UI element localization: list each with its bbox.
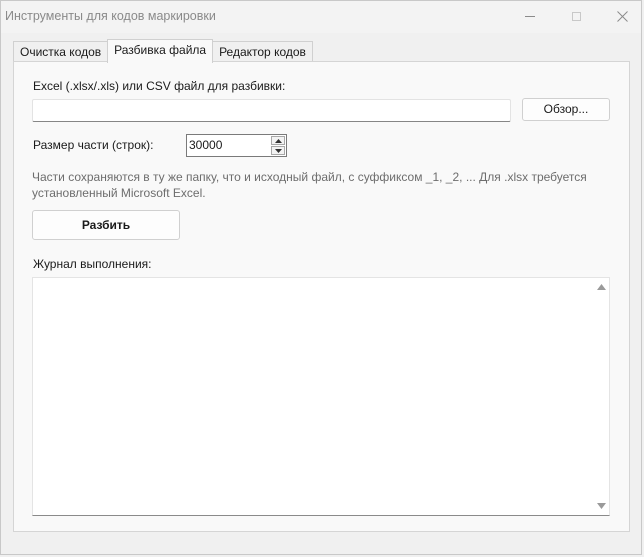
minimize-icon	[525, 16, 535, 17]
log-textarea[interactable]	[32, 277, 610, 516]
hint-text: Части сохраняются в ту же папку, что и и…	[32, 170, 587, 200]
window-title: Инструменты для кодов маркировки	[5, 9, 216, 23]
file-path-input[interactable]	[32, 99, 511, 122]
maximize-button[interactable]	[553, 1, 599, 31]
triangle-down-icon	[274, 148, 282, 153]
minimize-button[interactable]	[507, 1, 553, 31]
tab-clean-codes[interactable]: Очистка кодов	[13, 41, 109, 62]
title-bar: Инструменты для кодов маркировки	[1, 1, 641, 33]
split-file-panel: Excel (.xlsx/.xls) или CSV файл для разб…	[13, 61, 630, 532]
log-scrollbar[interactable]	[592, 278, 609, 515]
scroll-down-button[interactable]	[596, 501, 606, 511]
scroll-down-icon	[596, 503, 606, 509]
close-icon	[616, 10, 628, 22]
close-button[interactable]	[599, 1, 641, 31]
part-size-spinbox[interactable]: 30000	[186, 134, 287, 157]
log-label: Журнал выполнения:	[33, 257, 152, 271]
tab-code-editor[interactable]: Редактор кодов	[212, 41, 313, 62]
app-window: Инструменты для кодов маркировки Очистка…	[0, 0, 642, 555]
browse-button[interactable]: Обзор...	[522, 98, 610, 121]
spin-arrows	[271, 136, 285, 155]
tab-split-file[interactable]: Разбивка файла	[107, 39, 214, 63]
spin-down-button[interactable]	[271, 146, 285, 155]
maximize-icon	[571, 11, 581, 21]
scroll-up-button[interactable]	[596, 282, 606, 292]
part-size-label: Размер части (строк):	[33, 138, 154, 152]
file-label: Excel (.xlsx/.xls) или CSV файл для разб…	[33, 79, 286, 93]
scroll-up-icon	[596, 284, 606, 290]
part-size-value: 30000	[189, 138, 223, 152]
split-button[interactable]: Разбить	[32, 210, 180, 240]
spin-up-button[interactable]	[271, 136, 285, 145]
tab-bar: Очистка кодов Разбивка файла Редактор ко…	[13, 39, 313, 63]
triangle-up-icon	[274, 138, 282, 143]
